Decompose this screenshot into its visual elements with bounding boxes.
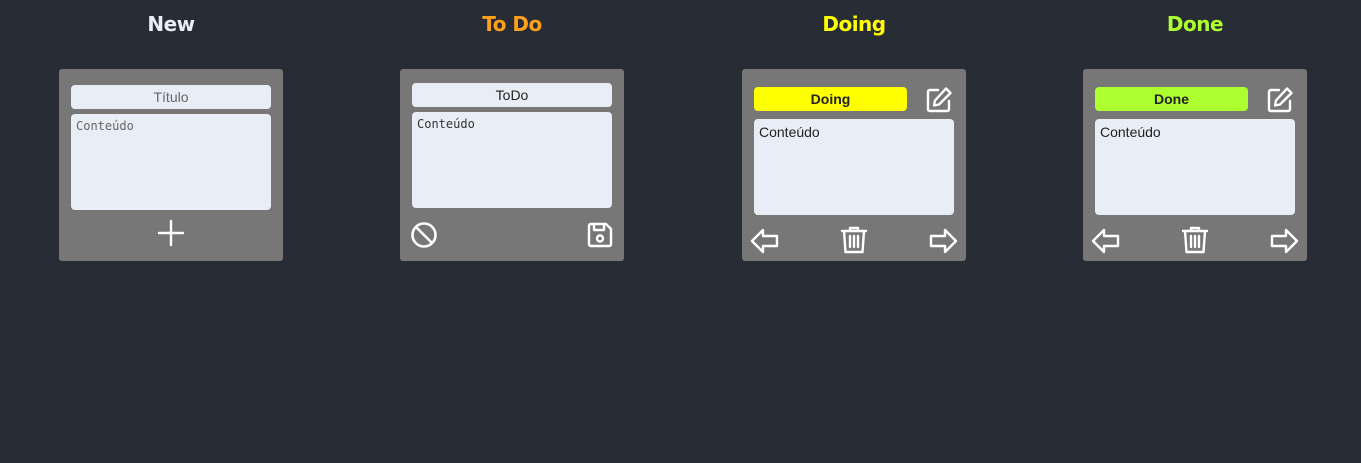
cancel-icon[interactable] xyxy=(409,220,439,250)
column-title-doing: Doing xyxy=(822,12,886,36)
doing-card: Doing Conteúdo xyxy=(742,69,966,261)
column-title-new: New xyxy=(147,12,195,36)
arrow-left-icon[interactable] xyxy=(1091,226,1121,256)
column-title-todo: To Do xyxy=(482,12,542,36)
done-card: Done Conteúdo xyxy=(1083,69,1307,261)
new-content-textarea[interactable] xyxy=(71,114,271,210)
new-title-input[interactable] xyxy=(71,85,271,109)
column-title-done: Done xyxy=(1166,12,1224,36)
doing-content: Conteúdo xyxy=(754,119,954,215)
trash-icon[interactable] xyxy=(839,225,869,255)
new-card xyxy=(59,69,283,261)
edit-icon[interactable] xyxy=(924,85,954,115)
arrow-right-icon[interactable] xyxy=(928,226,958,256)
done-title-badge: Done xyxy=(1095,87,1248,111)
kanban-board: New To Do Doing Done ToDo Conteúdo xyxy=(0,0,1361,463)
todo-title[interactable]: ToDo xyxy=(412,83,612,107)
save-icon[interactable] xyxy=(585,220,615,250)
todo-card: ToDo Conteúdo xyxy=(400,69,624,261)
plus-icon[interactable] xyxy=(156,218,186,248)
trash-icon[interactable] xyxy=(1180,225,1210,255)
arrow-left-icon[interactable] xyxy=(750,226,780,256)
done-content: Conteúdo xyxy=(1095,119,1295,215)
doing-title-badge: Doing xyxy=(754,87,907,111)
edit-icon[interactable] xyxy=(1265,85,1295,115)
arrow-right-icon[interactable] xyxy=(1269,226,1299,256)
todo-content[interactable]: Conteúdo xyxy=(412,112,612,208)
